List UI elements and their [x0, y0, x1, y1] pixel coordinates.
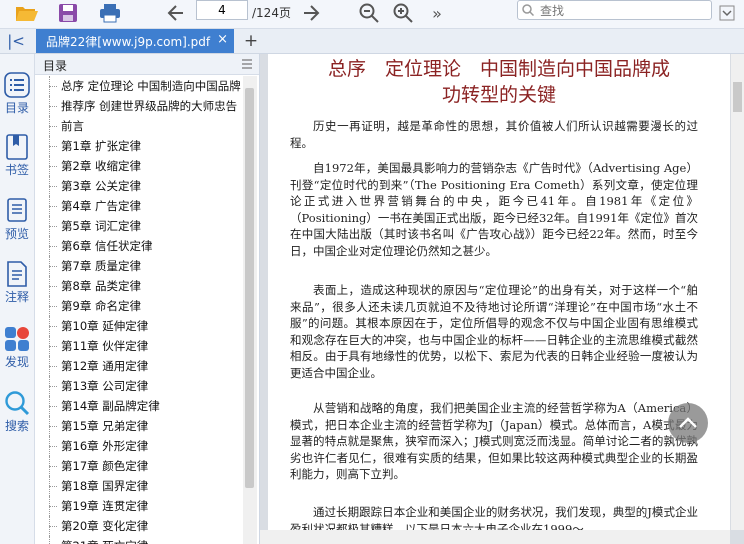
outline-item[interactable]: 第11章 伙伴定律	[35, 336, 241, 356]
collapse-sidebar-icon[interactable]: |<	[3, 30, 29, 52]
sidebar-item-toc[interactable]: 目录	[0, 72, 34, 116]
sidebar-item-label: 注释	[4, 290, 29, 304]
sidebar-item-discover[interactable]: 发现	[0, 326, 34, 370]
outline-item[interactable]: 第8章 品类定律	[35, 276, 241, 296]
close-tab-icon[interactable]: ×	[217, 32, 228, 47]
outline-list: 总序 定位理论 中国制造向中国品牌成功转型的关键推荐序 创建世界级品牌的大师忠告…	[35, 76, 241, 544]
outline-item[interactable]: 第17章 颜色定律	[35, 456, 241, 476]
prev-page-icon[interactable]	[163, 2, 189, 24]
outline-item[interactable]: 第19章 连贯定律	[35, 496, 241, 516]
outline-header: 目录	[35, 54, 259, 75]
discover-icon	[5, 327, 29, 351]
search-box[interactable]	[517, 0, 712, 20]
bookmark-icon	[6, 134, 28, 160]
tab-document[interactable]: 品牌22律[www.j9p.com].pdf ×	[36, 29, 234, 53]
page-title-line-2: 功转型的关键	[441, 84, 556, 106]
document-scroll-thumb[interactable]	[733, 82, 742, 112]
outline-item[interactable]: 第5章 词汇定律	[35, 216, 241, 236]
toolbar: /124页 »	[0, 0, 744, 29]
page-total: /124页	[252, 6, 291, 20]
outline-scroll-thumb[interactable]	[245, 88, 254, 488]
sidebar-item-bookmark[interactable]: 书签	[0, 134, 34, 178]
sidebar-item-annotation[interactable]: 注释	[0, 261, 34, 305]
outline-item[interactable]: 第16章 外形定律	[35, 436, 241, 456]
open-folder-icon[interactable]	[14, 2, 40, 24]
toc-icon	[4, 72, 30, 98]
tab-title: 品牌22律[www.j9p.com].pdf	[46, 34, 211, 49]
tab-bar: |< 品牌22律[www.j9p.com].pdf × +	[0, 29, 744, 54]
sidebar-item-search[interactable]: 搜索	[0, 390, 34, 434]
search-icon	[522, 4, 534, 16]
zoom-out-icon[interactable]	[356, 2, 382, 24]
paragraph: 自1972年，美国最具影响力的营销杂志《广告时代》（Advertising Ag…	[290, 161, 698, 258]
outline-scrollbar[interactable]	[243, 76, 257, 544]
page-title-line-1: 总序 定位理论 中国制造向中国品牌成	[327, 58, 670, 80]
sidebar-item-label: 预览	[4, 227, 29, 241]
document-view: 总序 定位理论 中国制造向中国品牌成 功转型的关键 历史一再证明，越是革命性的思…	[260, 54, 744, 544]
page-number-input[interactable]	[196, 0, 248, 20]
outline-item[interactable]: 第4章 广告定律	[35, 196, 241, 216]
page-title: 总序 定位理论 中国制造向中国品牌成 功转型的关键	[268, 56, 730, 108]
outline-item[interactable]: 第14章 副品牌定律	[35, 396, 241, 416]
outline-item[interactable]: 第15章 兄弟定律	[35, 416, 241, 436]
outline-item[interactable]: 第3章 公关定律	[35, 176, 241, 196]
outline-item[interactable]: 总序 定位理论 中国制造向中国品牌成功转型的关键	[35, 76, 241, 96]
outline-item[interactable]: 第10章 延伸定律	[35, 316, 241, 336]
sidebar-item-label: 发现	[4, 355, 29, 369]
outline-item[interactable]: 第6章 信任状定律	[35, 236, 241, 256]
outline-item[interactable]: 第9章 命名定律	[35, 296, 241, 316]
outline-item[interactable]: 第13章 公司定律	[35, 376, 241, 396]
zoom-in-icon[interactable]	[390, 2, 416, 24]
back-to-top-button[interactable]	[668, 403, 708, 443]
sidebar-item-label: 书签	[4, 163, 29, 177]
outline-item[interactable]: 第12章 通用定律	[35, 356, 241, 376]
outline-item[interactable]: 第20章 变化定律	[35, 516, 241, 536]
search-options-icon[interactable]	[716, 2, 738, 24]
outline-item[interactable]: 第21章 死亡定律	[35, 536, 241, 544]
outline-menu-icon[interactable]	[241, 58, 253, 70]
new-tab-icon[interactable]: +	[238, 30, 264, 52]
outline-item[interactable]: 第7章 质量定律	[35, 256, 241, 276]
outline-panel: 目录 总序 定位理论 中国制造向中国品牌成功转型的关键推荐序 创建世界级品牌的大…	[35, 54, 260, 544]
sidebar-item-label: 目录	[4, 101, 29, 115]
more-tools-icon[interactable]: »	[424, 2, 450, 24]
chevron-up-icon	[679, 417, 697, 428]
annotation-icon	[7, 261, 27, 287]
outline-item[interactable]: 第2章 收缩定律	[35, 156, 241, 176]
outline-item[interactable]: 推荐序 创建世界级品牌的大师忠告	[35, 96, 241, 116]
outline-title: 目录	[43, 59, 68, 73]
paragraph: 从营销和战略的角度，我们把美国企业主流的经营哲学称为A（America）模式，把…	[290, 401, 698, 481]
print-icon[interactable]	[97, 2, 123, 24]
document-horizontal-scrollbar[interactable]	[260, 530, 730, 544]
paragraph: 表面上，造成这种现状的原因与“定位理论”的出身有关，对于这样一个“舶来品”，很多…	[290, 283, 698, 380]
outline-item[interactable]: 前言	[35, 116, 241, 136]
sidebar-item-label: 搜索	[4, 419, 29, 433]
outline-item[interactable]: 第18章 国界定律	[35, 476, 241, 496]
search-input[interactable]	[538, 2, 702, 20]
sidebar-item-preview[interactable]: 预览	[0, 198, 34, 242]
save-icon[interactable]	[55, 2, 81, 24]
next-page-icon[interactable]	[298, 2, 324, 24]
outline-item[interactable]: 第1章 扩张定律	[35, 136, 241, 156]
document-scrollbar[interactable]	[731, 54, 744, 530]
paragraph: 历史一再证明，越是革命性的思想，其价值被人们所认识越需要漫长的过程。	[290, 119, 698, 150]
thumbnails-icon	[7, 198, 27, 222]
left-sidebar: 目录 书签 预览 注释 发现 搜索	[0, 54, 35, 544]
search-icon	[5, 391, 30, 416]
document-page: 总序 定位理论 中国制造向中国品牌成 功转型的关键 历史一再证明，越是革命性的思…	[268, 54, 730, 544]
